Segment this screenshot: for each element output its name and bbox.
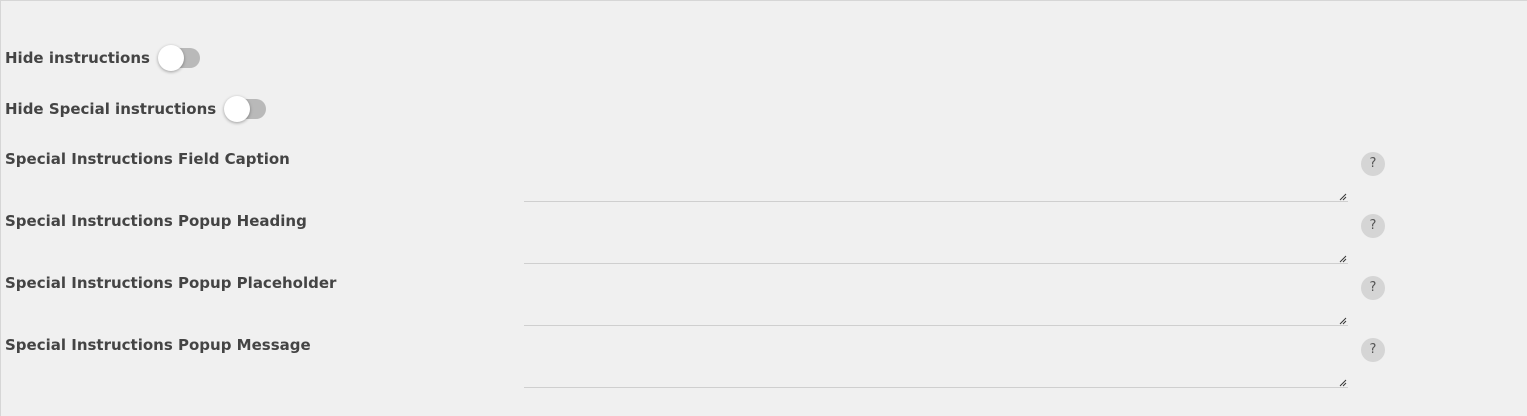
popup-message-label: Special Instructions Popup Message xyxy=(5,336,311,354)
hide-special-instructions-row: Hide Special instructions xyxy=(5,95,268,123)
resize-grip-icon[interactable] xyxy=(1339,193,1347,201)
popup-message-help-icon[interactable]: ? xyxy=(1361,338,1385,362)
popup-heading-textarea[interactable] xyxy=(524,215,1348,264)
resize-grip-icon[interactable] xyxy=(1339,379,1347,387)
popup-placeholder-label: Special Instructions Popup Placeholder xyxy=(5,274,337,292)
popup-heading-label: Special Instructions Popup Heading xyxy=(5,212,307,230)
toggle-knob[interactable] xyxy=(157,45,184,71)
resize-grip-icon[interactable] xyxy=(1339,255,1347,263)
popup-heading-help-icon[interactable]: ? xyxy=(1361,214,1385,238)
field-caption-textarea[interactable] xyxy=(524,153,1348,202)
hide-special-instructions-toggle[interactable] xyxy=(224,96,268,122)
field-caption-label: Special Instructions Field Caption xyxy=(5,150,290,168)
hide-instructions-label: Hide instructions xyxy=(5,49,150,67)
hide-special-instructions-label: Hide Special instructions xyxy=(5,100,217,118)
popup-placeholder-textarea[interactable] xyxy=(524,277,1348,326)
hide-instructions-row: Hide instructions xyxy=(5,44,202,72)
popup-message-textarea[interactable] xyxy=(524,339,1348,388)
field-caption-help-icon[interactable]: ? xyxy=(1361,152,1385,176)
toggle-knob[interactable] xyxy=(224,96,251,122)
settings-panel: Hide instructions Hide Special instructi… xyxy=(0,0,1527,416)
popup-placeholder-help-icon[interactable]: ? xyxy=(1361,276,1385,300)
hide-instructions-toggle[interactable] xyxy=(157,45,202,71)
resize-grip-icon[interactable] xyxy=(1339,317,1347,325)
